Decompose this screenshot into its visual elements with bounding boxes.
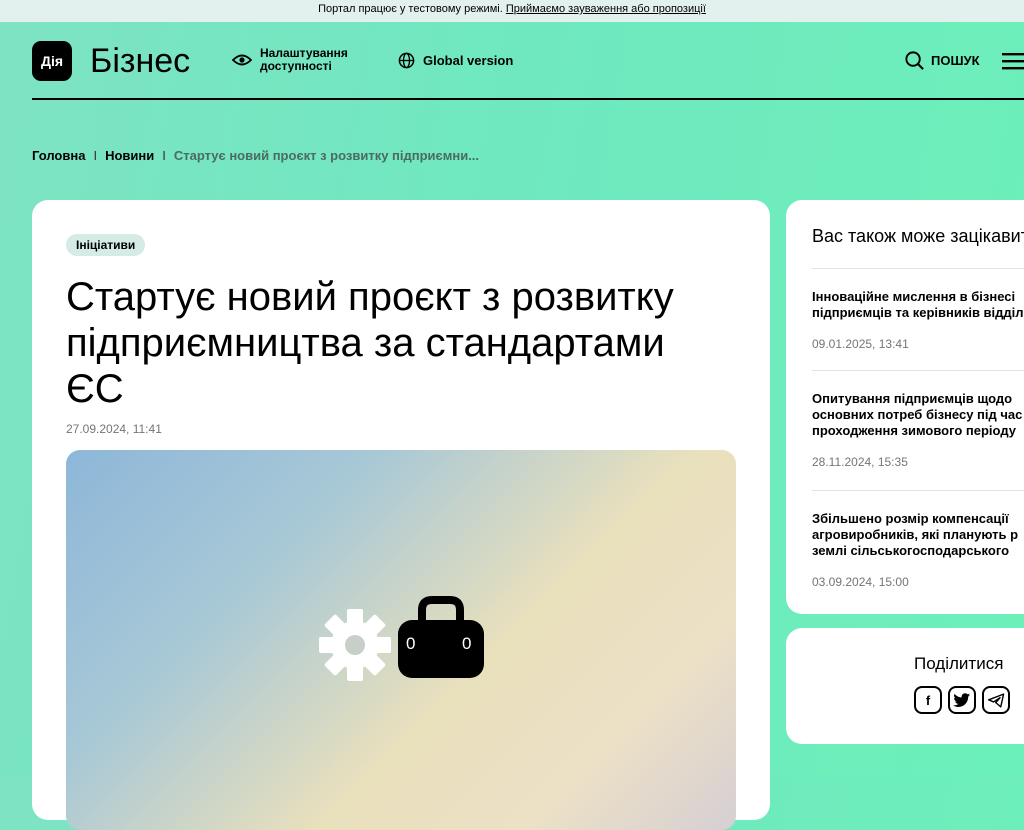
gear-icon	[319, 609, 391, 681]
related-title-line: проходження зимового періоду	[812, 423, 1016, 438]
related-title-line: землі сільськогосподарського	[812, 543, 1010, 558]
telegram-icon	[987, 692, 1004, 708]
test-mode-banner: Портал працює у тестовому режимі. Прийма…	[0, 0, 1024, 22]
related-item-date: 03.09.2024, 15:00	[812, 575, 909, 589]
article-title: Стартує новий проєкт з розвитку підприєм…	[66, 275, 674, 411]
accessibility-settings-button[interactable]: Налаштування доступності	[232, 47, 348, 73]
briefcase-digit-left: 0	[406, 634, 416, 653]
related-item[interactable]: Опитування підприємців щодо основних пот…	[812, 370, 1024, 469]
related-title-line: основних потреб бізнесу під час	[812, 407, 1023, 422]
banner-text: Портал працює у тестовому режимі.	[318, 3, 503, 15]
brand-title[interactable]: Бізнес	[90, 40, 190, 82]
related-title-line: Збільшено розмір компенсації	[812, 511, 1009, 526]
briefcase-digit-right: 0	[462, 634, 472, 653]
breadcrumb-separator: I	[93, 148, 98, 163]
related-item[interactable]: Інноваційне мислення в бізнесі підприємц…	[812, 268, 1024, 351]
breadcrumb-separator: I	[162, 148, 166, 163]
global-version-label: Global version	[423, 53, 514, 68]
hamburger-icon	[1002, 53, 1024, 70]
share-buttons: f	[914, 686, 1010, 714]
facebook-icon: f	[925, 692, 931, 708]
diia-logo[interactable]: Дія	[32, 41, 72, 81]
telegram-share-button[interactable]	[982, 686, 1010, 714]
globe-icon	[398, 52, 415, 69]
related-news-card: Вас також може зацікавити Інноваційне ми…	[786, 200, 1024, 614]
eye-icon	[232, 54, 252, 66]
related-item-date: 28.11.2024, 15:35	[812, 455, 908, 469]
share-label: Поділитися	[914, 654, 1004, 673]
related-item-title: Інноваційне мислення в бізнесі підприємц…	[812, 289, 1024, 321]
related-title-line: агровиробників, які планують р	[812, 527, 1019, 542]
related-heading: Вас також може зацікавити	[812, 226, 1024, 246]
related-item-title: Опитування підприємців щодо основних пот…	[812, 391, 1024, 439]
briefcase-icon: 0 0	[396, 596, 486, 680]
breadcrumb-current: Стартує новий проєкт з розвитку підприєм…	[173, 148, 480, 163]
feedback-link[interactable]: Приймаємо зауваження або пропозиції	[506, 3, 706, 15]
search-icon	[905, 51, 924, 70]
category-tag[interactable]: Ініціативи	[66, 234, 146, 256]
breadcrumb-home[interactable]: Головна	[32, 148, 85, 163]
facebook-share-button[interactable]: f	[914, 686, 942, 714]
global-version-link[interactable]: Global version	[398, 52, 513, 69]
related-item[interactable]: Збільшено розмір компенсації агровиробни…	[812, 490, 1024, 589]
related-title-line: Опитування підприємців щодо	[812, 391, 1013, 406]
search-label: ПОШУК	[931, 53, 980, 68]
twitter-icon	[953, 692, 971, 707]
article-hero-image: 0 0	[66, 450, 736, 830]
article-date: 27.09.2024, 11:41	[66, 422, 162, 436]
article-card: Ініціативи Стартує новий проєкт з розвит…	[32, 200, 770, 830]
share-card: Поділитися f	[786, 628, 1024, 744]
menu-button[interactable]	[1002, 52, 1024, 75]
related-title-line: підприємців та керівників відділ	[812, 305, 1024, 320]
breadcrumb-news[interactable]: Новини	[105, 148, 154, 163]
twitter-share-button[interactable]	[948, 686, 976, 714]
breadcrumb: Головна I Новини I Стартує новий проєкт …	[32, 148, 479, 163]
search-button[interactable]: ПОШУК	[904, 50, 980, 71]
accessibility-label-2: доступності	[260, 59, 332, 73]
related-title-line: Інноваційне мислення в бізнесі	[812, 289, 1016, 304]
related-item-title: Збільшено розмір компенсації агровиробни…	[812, 511, 1024, 559]
related-item-date: 09.01.2025, 13:41	[812, 337, 909, 351]
site-header: Дія Бізнес Налаштування доступності Glob…	[32, 22, 1024, 100]
